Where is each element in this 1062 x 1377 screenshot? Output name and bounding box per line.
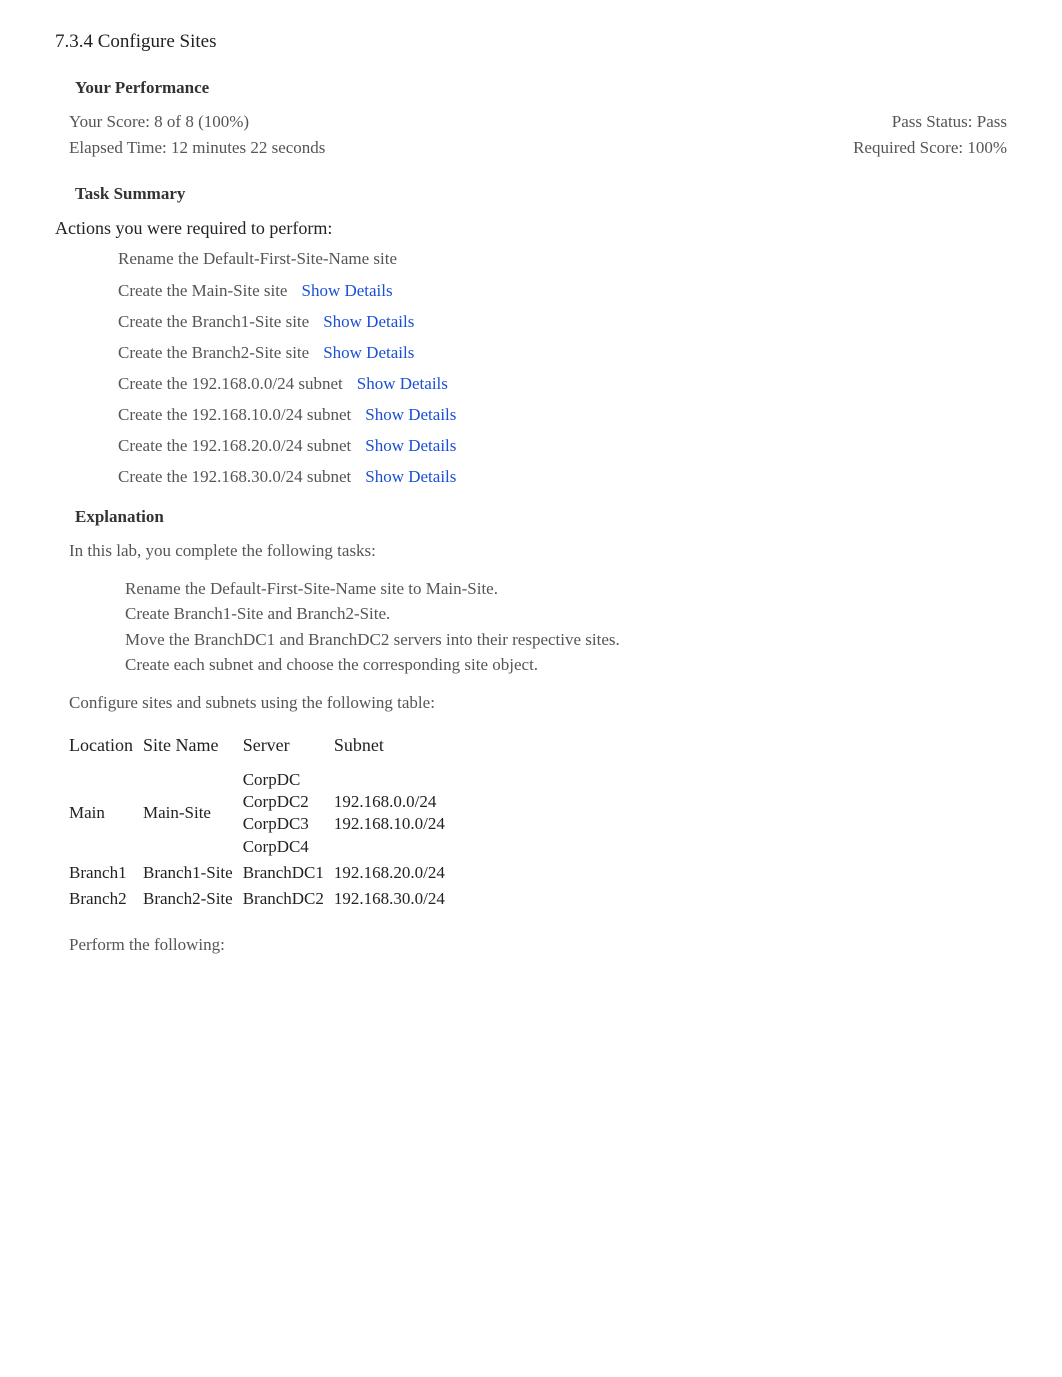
task-item: Create the 192.168.0.0/24 subnet Show Det… <box>118 373 1007 395</box>
task-item: Create the 192.168.10.0/24 subnet Show De… <box>118 404 1007 426</box>
task-item: Rename the Default-First-Site-Name site <box>118 248 1007 270</box>
task-text: Rename the Default-First-Site-Name site <box>118 249 397 268</box>
task-item: Create the 192.168.30.0/24 subnet Show De… <box>118 466 1007 488</box>
task-text: Create the 192.168.30.0/24 subnet <box>118 467 351 486</box>
table-row: Branch2Branch2-SiteBranchDC2192.168.30.0… <box>69 886 455 912</box>
table-cell-site: Branch1-Site <box>143 860 243 886</box>
required-score: Required Score: 100% <box>853 137 1007 159</box>
task-text: Create the 192.168.20.0/24 subnet <box>118 436 351 455</box>
actions-intro: Actions you were required to perform: <box>55 217 1007 240</box>
task-item: Create the Branch2-Site site Show Details <box>118 342 1007 364</box>
explanation-bullet: Create Branch1-Site and Branch2-Site. <box>125 603 1007 625</box>
table-cell-location: Branch1 <box>69 860 143 886</box>
show-details-link[interactable]: Show Details <box>365 436 456 455</box>
explanation-bullets: Rename the Default-First-Site-Name site … <box>55 578 1007 675</box>
show-details-link[interactable]: Show Details <box>323 343 414 362</box>
table-cell-site: Main-Site <box>143 767 243 859</box>
task-text: Create the Branch2-Site site <box>118 343 309 362</box>
table-header: Location <box>69 730 143 767</box>
explanation-bullet: Move the BranchDC1 and BranchDC2 servers… <box>125 629 1007 651</box>
table-cell-location: Main <box>69 767 143 859</box>
table-header: Server <box>243 730 334 767</box>
table-cell-subnet: 192.168.0.0/24192.168.10.0/24 <box>334 767 455 859</box>
elapsed-time: Elapsed Time: 12 minutes 22 seconds <box>69 137 325 159</box>
pass-status: Pass Status: Pass <box>853 111 1007 133</box>
explanation-heading: Explanation <box>75 506 1007 528</box>
explanation-intro: In this lab, you complete the following … <box>55 540 1007 562</box>
task-item: Create the Branch1-Site site Show Details <box>118 311 1007 333</box>
task-text: Create the 192.168.10.0/24 subnet <box>118 405 351 424</box>
table-header: Site Name <box>143 730 243 767</box>
table-intro: Configure sites and subnets using the fo… <box>55 692 1007 714</box>
task-list: Rename the Default-First-Site-Name site C… <box>55 248 1007 488</box>
show-details-link[interactable]: Show Details <box>301 281 392 300</box>
explanation-bullet: Rename the Default-First-Site-Name site … <box>125 578 1007 600</box>
task-text: Create the 192.168.0.0/24 subnet <box>118 374 343 393</box>
task-item: Create the 192.168.20.0/24 subnet Show De… <box>118 435 1007 457</box>
task-summary-heading: Task Summary <box>75 183 1007 205</box>
table-header: Subnet <box>334 730 455 767</box>
show-details-link[interactable]: Show Details <box>365 405 456 424</box>
site-table: LocationSite NameServerSubnet MainMain-S… <box>69 730 455 912</box>
task-text: Create the Branch1-Site site <box>118 312 309 331</box>
table-cell-site: Branch2-Site <box>143 886 243 912</box>
show-details-link[interactable]: Show Details <box>323 312 414 331</box>
show-details-link[interactable]: Show Details <box>365 467 456 486</box>
performance-heading: Your Performance <box>75 77 1007 99</box>
show-details-link[interactable]: Show Details <box>357 374 448 393</box>
table-cell-location: Branch2 <box>69 886 143 912</box>
table-cell-server: BranchDC2 <box>243 886 334 912</box>
your-score: Your Score: 8 of 8 (100%) <box>69 111 325 133</box>
explanation-bullet: Create each subnet and choose the corres… <box>125 654 1007 676</box>
table-row: Branch1Branch1-SiteBranchDC1192.168.20.0… <box>69 860 455 886</box>
table-cell-subnet: 192.168.20.0/24 <box>334 860 455 886</box>
table-cell-server: CorpDCCorpDC2CorpDC3CorpDC4 <box>243 767 334 859</box>
table-row: MainMain-SiteCorpDCCorpDC2CorpDC3CorpDC4… <box>69 767 455 859</box>
task-item: Create the Main-Site site Show Details <box>118 280 1007 302</box>
score-block: Your Score: 8 of 8 (100%) Elapsed Time: … <box>55 111 1007 163</box>
page-title: 7.3.4 Configure Sites <box>55 30 1007 55</box>
table-cell-subnet: 192.168.30.0/24 <box>334 886 455 912</box>
task-text: Create the Main-Site site <box>118 281 287 300</box>
perform-text: Perform the following: <box>55 934 1007 956</box>
table-cell-server: BranchDC1 <box>243 860 334 886</box>
